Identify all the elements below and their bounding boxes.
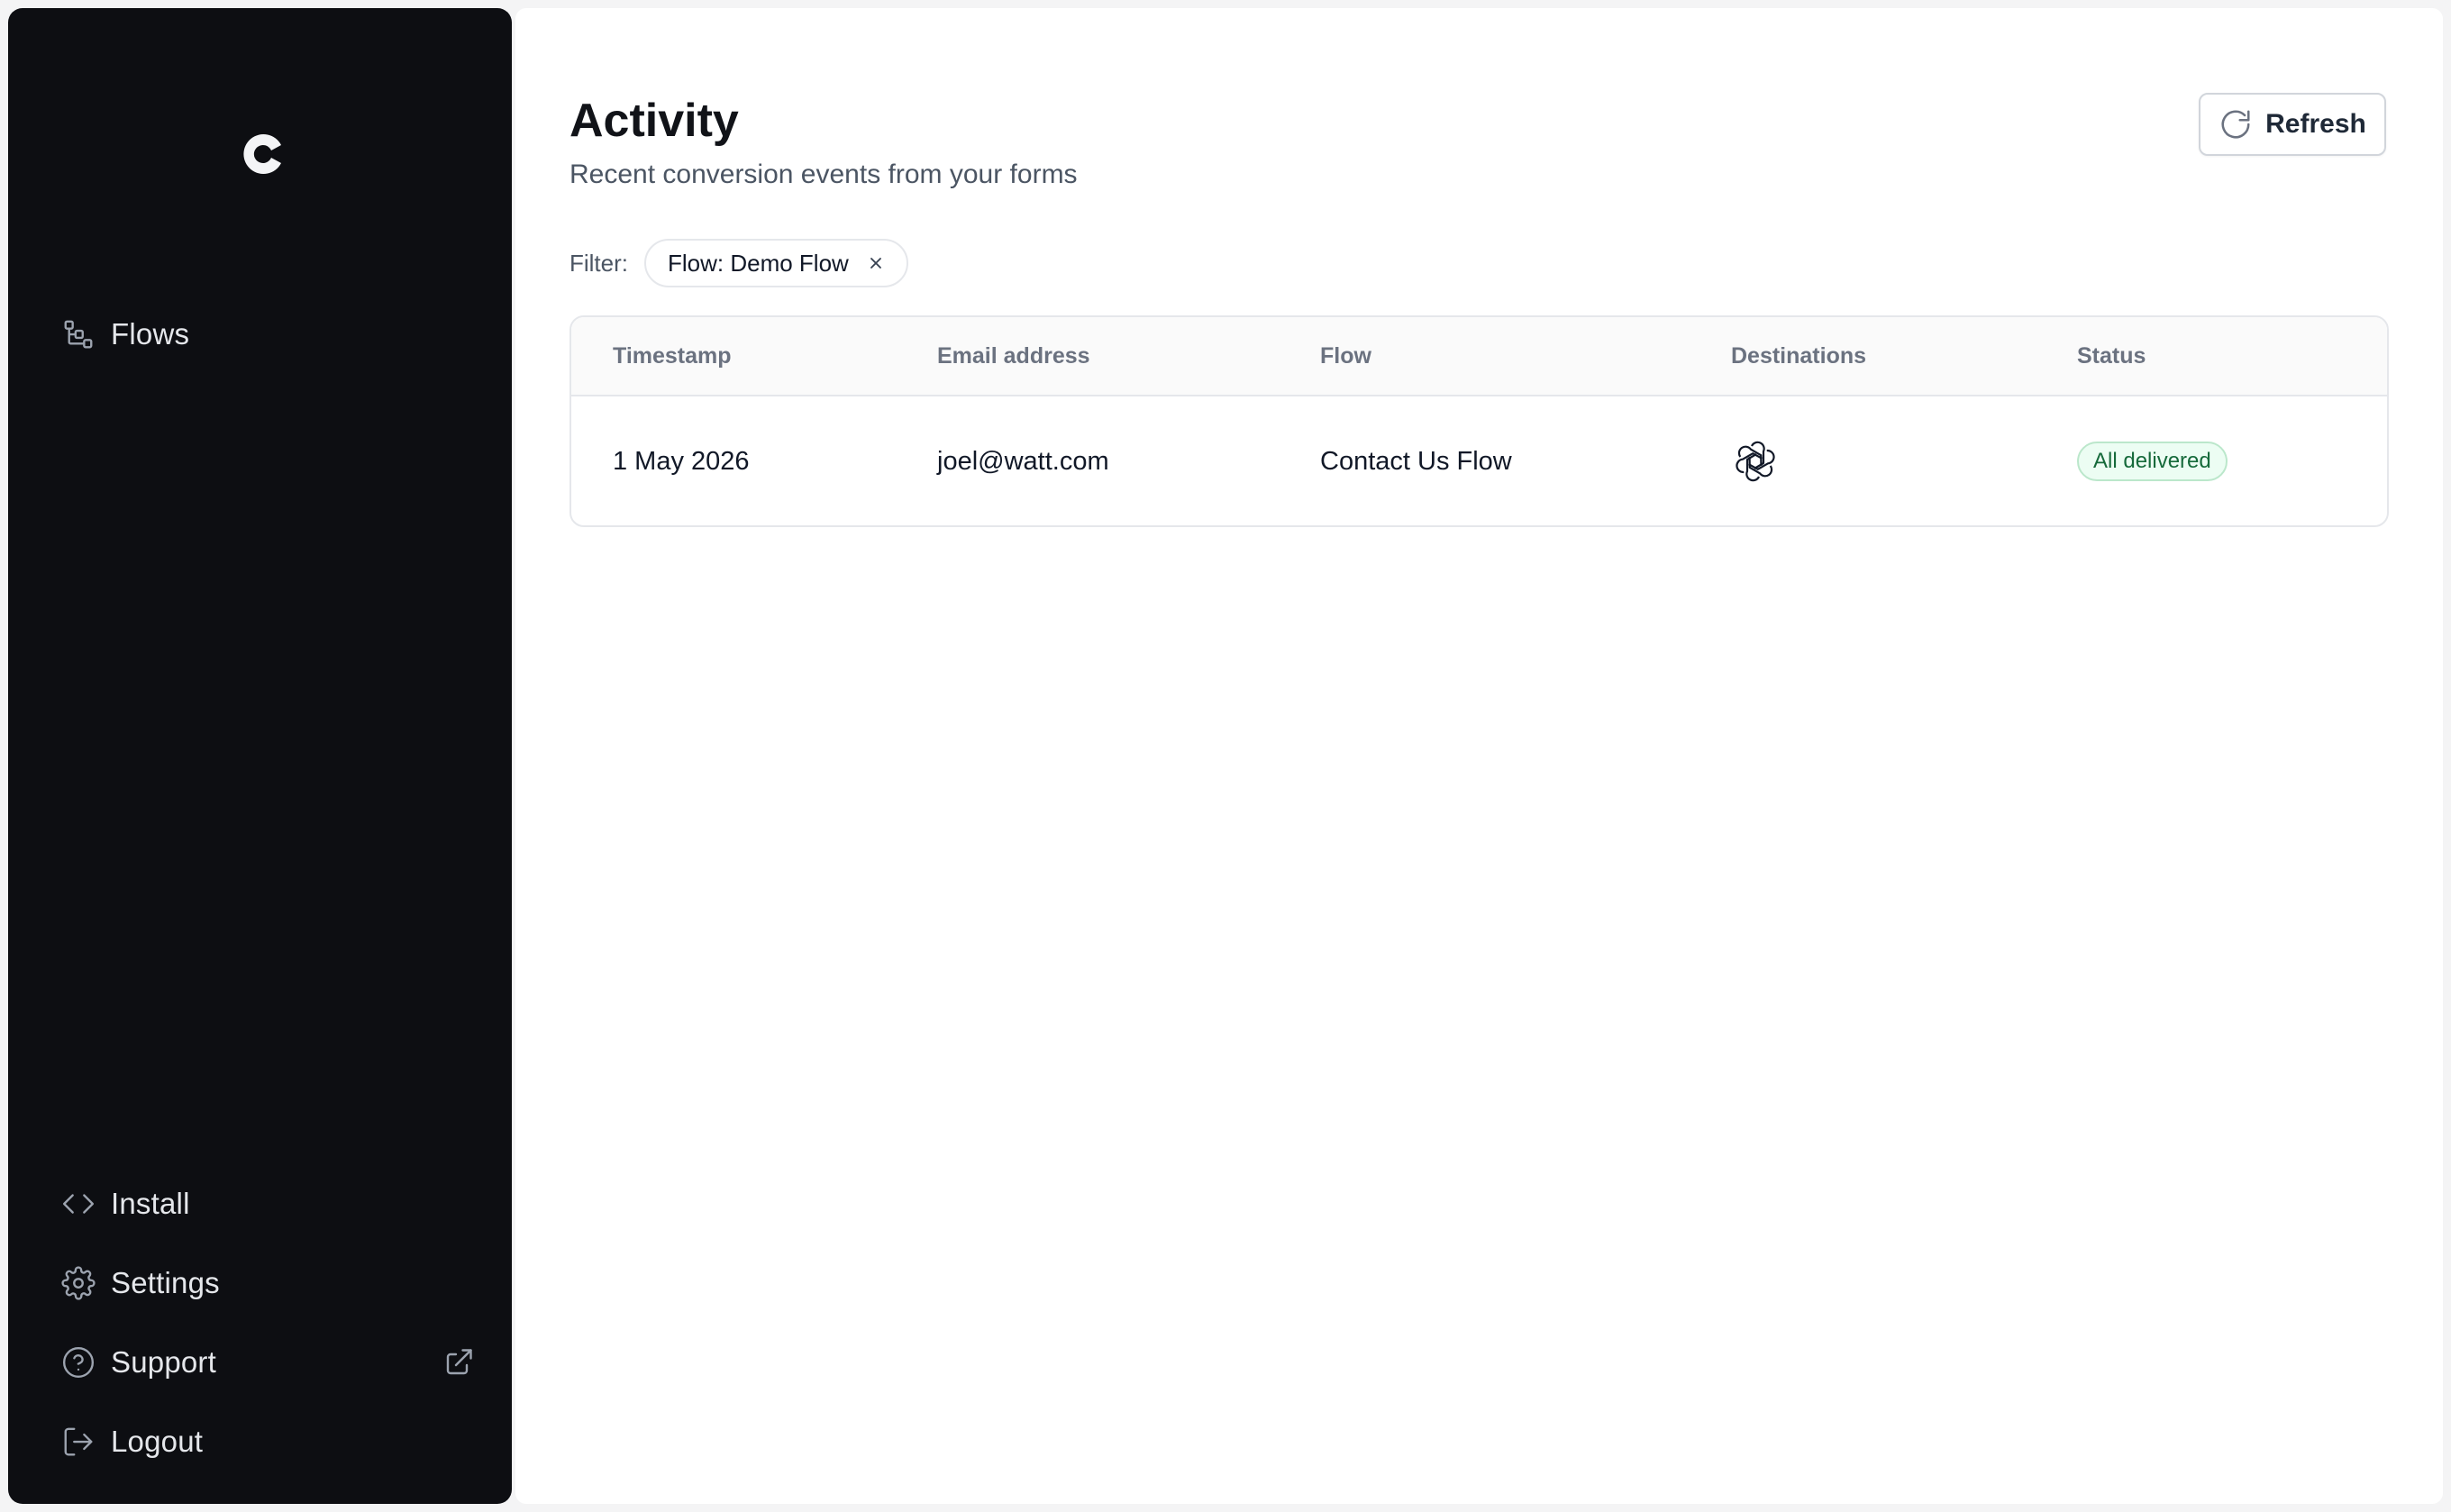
close-icon[interactable] <box>865 252 887 274</box>
external-link-icon <box>442 1346 475 1379</box>
column-header-timestamp[interactable]: Timestamp <box>613 317 732 395</box>
flows-icon <box>60 316 96 352</box>
refresh-icon <box>2221 110 2250 139</box>
column-header-status[interactable]: Status <box>2077 317 2146 395</box>
table-row[interactable]: 1 May 2026 joel@watt.com Contact Us Flow <box>571 396 2387 525</box>
main-panel: Activity Recent conversion events from y… <box>515 8 2443 1504</box>
cell-timestamp: 1 May 2026 <box>613 447 750 476</box>
page-title: Activity <box>569 95 739 147</box>
sidebar-item-install[interactable]: Install <box>60 1177 475 1231</box>
sidebar-item-support[interactable]: Support <box>60 1335 475 1389</box>
sidebar-item-label: Install <box>111 1187 190 1220</box>
code-icon <box>60 1186 96 1222</box>
filter-label: Filter: <box>569 249 628 277</box>
activity-table: Timestamp Email address Flow Destination… <box>569 315 2389 527</box>
filter-chip-label: Flow: Demo Flow <box>668 249 849 277</box>
gear-icon <box>60 1265 96 1301</box>
filter-bar: Filter: Flow: Demo Flow <box>569 238 908 288</box>
status-badge: All delivered <box>2077 442 2228 481</box>
sidebar-item-label: Support <box>111 1345 216 1379</box>
app-root: Flows Install Settings Support Logout Ac… <box>0 0 2451 1512</box>
cell-flow: Contact Us Flow <box>1320 447 1512 476</box>
help-circle-icon <box>60 1344 96 1380</box>
refresh-button[interactable]: Refresh <box>2199 93 2386 156</box>
sidebar-item-settings[interactable]: Settings <box>60 1256 475 1310</box>
sidebar-item-flows[interactable]: Flows <box>60 307 475 361</box>
sidebar-item-label: Flows <box>111 317 190 351</box>
brand-logo-icon[interactable] <box>237 125 295 183</box>
openai-icon <box>1734 440 1777 483</box>
column-header-flow[interactable]: Flow <box>1320 317 1371 395</box>
sidebar-item-logout[interactable]: Logout <box>60 1415 475 1469</box>
page-subtitle: Recent conversion events from your forms <box>569 159 1078 189</box>
filter-chip[interactable]: Flow: Demo Flow <box>644 239 908 287</box>
sidebar-item-label: Logout <box>111 1425 204 1458</box>
sidebar: Flows Install Settings Support Logout <box>8 8 512 1504</box>
sidebar-item-label: Settings <box>111 1266 220 1299</box>
refresh-button-label: Refresh <box>2265 109 2366 139</box>
column-header-email[interactable]: Email address <box>937 317 1090 395</box>
logout-icon <box>60 1424 96 1460</box>
column-header-destinations[interactable]: Destinations <box>1731 317 1866 395</box>
table-header: Timestamp Email address Flow Destination… <box>571 317 2387 396</box>
cell-email: joel@watt.com <box>937 447 1109 476</box>
